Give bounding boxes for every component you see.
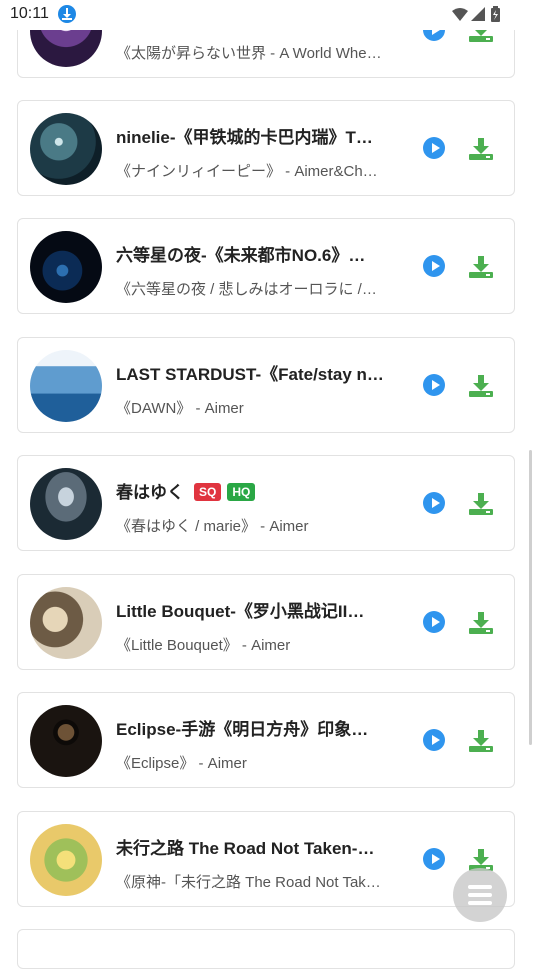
song-title: Little Bouquet-《罗小黑战记II… <box>116 602 365 621</box>
song-card[interactable]: LAST STARDUST-《Fate/stay n… 《DAWN》 - Aim… <box>17 337 515 433</box>
album-cover <box>30 231 102 303</box>
song-card[interactable]: 六等星の夜-《未来都市NO.6》… 《六等星の夜 / 悲しみはオーロラに /… <box>17 218 515 314</box>
song-subtitle: 《原神-「未行之路 The Road Not Tak… <box>116 874 381 891</box>
download-notification-icon <box>58 5 76 23</box>
album-cover <box>30 705 102 777</box>
menu-button[interactable] <box>453 868 507 922</box>
song-title: Eclipse-手游《明日方舟》印象… <box>116 720 369 739</box>
download-icon[interactable] <box>468 137 494 161</box>
song-title-text: 春はゆく <box>116 483 184 502</box>
wifi-icon <box>452 8 468 21</box>
song-subtitle: 《Eclipse》 - Aimer <box>116 755 247 772</box>
scrollbar[interactable] <box>529 450 532 745</box>
menu-icon <box>468 885 492 905</box>
song-subtitle: 《六等星の夜 / 悲しみはオーロラに /… <box>116 281 377 298</box>
download-icon[interactable] <box>468 729 494 753</box>
song-subtitle: 《太陽が昇らない世界 - A World Whe… <box>116 45 382 62</box>
play-icon[interactable] <box>423 492 445 514</box>
album-cover <box>30 468 102 540</box>
song-subtitle: 《春はゆく / marie》 - Aimer <box>116 518 309 535</box>
download-icon[interactable] <box>468 492 494 516</box>
song-card[interactable]: 春はゆく SQ HQ 《春はゆく / marie》 - Aimer <box>17 455 515 551</box>
song-card[interactable] <box>17 929 515 969</box>
play-icon[interactable] <box>423 137 445 159</box>
play-icon[interactable] <box>423 255 445 277</box>
play-icon[interactable] <box>423 848 445 870</box>
song-card[interactable]: 未行之路 The Road Not Taken-… 《原神-「未行之路 The … <box>17 811 515 907</box>
song-card[interactable]: Eclipse-手游《明日方舟》印象… 《Eclipse》 - Aimer <box>17 692 515 788</box>
signal-icon <box>471 7 485 21</box>
hq-badge: HQ <box>227 483 256 501</box>
download-icon[interactable] <box>468 374 494 398</box>
status-icons <box>451 6 503 22</box>
download-icon[interactable] <box>468 611 494 635</box>
play-icon[interactable] <box>423 611 445 633</box>
sq-badge: SQ <box>194 483 222 501</box>
song-subtitle: 《Little Bouquet》 - Aimer <box>116 637 291 654</box>
song-title: 春はゆく SQ HQ <box>116 478 398 503</box>
song-subtitle: 《ナインリィイーピー》 - Aimer&Ch… <box>116 163 378 180</box>
play-icon[interactable] <box>423 374 445 396</box>
album-cover <box>30 824 102 896</box>
album-cover <box>30 587 102 659</box>
song-title: 六等星の夜-《未来都市NO.6》… <box>116 246 366 265</box>
status-bar: 10:11 <box>0 0 533 30</box>
song-title: ninelie-《甲铁城的卡巴内瑞》T… <box>116 128 373 147</box>
status-time: 10:11 <box>10 5 49 22</box>
album-cover <box>30 350 102 422</box>
song-subtitle: 《DAWN》 - Aimer <box>116 400 244 417</box>
song-card[interactable]: ninelie-《甲铁城的卡巴内瑞》T… 《ナインリィイーピー》 - Aimer… <box>17 100 515 196</box>
album-cover <box>30 113 102 185</box>
song-card[interactable]: Little Bouquet-《罗小黑战记II… 《Little Bouquet… <box>17 574 515 670</box>
song-title: 未行之路 The Road Not Taken-… <box>116 839 375 858</box>
download-icon[interactable] <box>468 255 494 279</box>
battery-icon <box>491 6 500 22</box>
song-title: LAST STARDUST-《Fate/stay n… <box>116 365 384 384</box>
play-icon[interactable] <box>423 729 445 751</box>
